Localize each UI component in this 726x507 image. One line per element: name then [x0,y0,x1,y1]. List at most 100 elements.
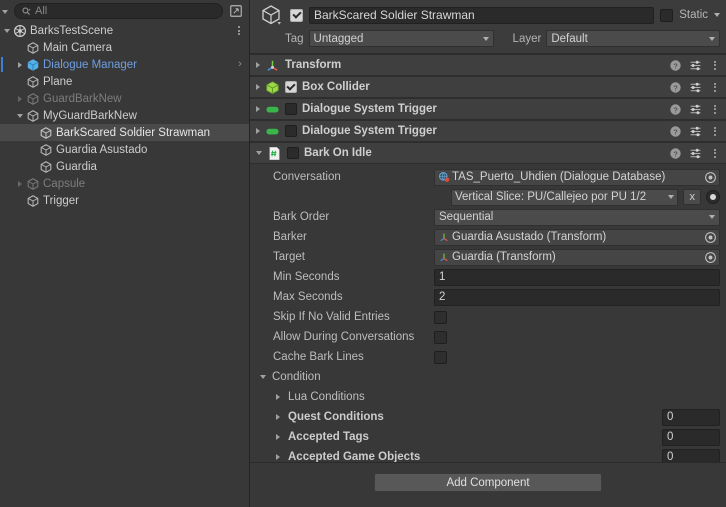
preset-icon[interactable] [689,59,702,72]
component-enabled-checkbox[interactable] [287,147,299,159]
max-seconds-input[interactable]: 2 [434,288,720,306]
component-header-bark-on-idle[interactable]: Bark On Idle ? [250,142,726,164]
twisty-toggle[interactable] [13,180,26,187]
inspector-panel: BarkScared Soldier Strawman Static Tag U… [250,0,726,507]
component-menu-icon[interactable] [709,82,721,92]
property-row-max-seconds: Max Seconds 2 [256,287,720,307]
prefab-icon [27,58,39,71]
gameobject-enabled-checkbox[interactable] [290,8,303,22]
twisty-toggle[interactable] [256,151,262,155]
barker-object-field[interactable]: Guardia Asustado (Transform) [434,228,720,246]
preset-icon[interactable] [689,125,702,138]
hierarchy-item-guardia[interactable]: Guardia [0,158,249,175]
static-dropdown-icon[interactable] [714,13,720,17]
hierarchy-item-capsule[interactable]: Capsule [0,175,249,192]
object-picker-icon[interactable] [704,171,717,184]
preset-icon[interactable] [689,147,702,160]
twisty-toggle[interactable] [256,62,260,68]
twisty-toggle[interactable] [272,414,288,420]
chevron-right-icon[interactable]: › [235,59,245,70]
twisty-toggle[interactable] [256,84,260,90]
allow-checkbox[interactable] [434,330,447,344]
collapse-arrow-icon[interactable] [2,10,8,14]
hierarchy-item-barkstestscene[interactable]: BarksTestScene [0,22,249,39]
component-header-dialogue-system-trigger-1[interactable]: Dialogue System Trigger ? [250,98,726,120]
hierarchy-item-guardbarknew[interactable]: GuardBarkNew [0,90,249,107]
tag-dropdown[interactable]: Untagged [308,30,494,47]
unity-editor-window: All BarksTestScene Main Camera Dialogue … [0,0,726,507]
component-header-transform[interactable]: Transform ? [250,54,726,76]
min-seconds-input[interactable]: 1 [434,268,720,286]
foldout-accepted-tags[interactable]: Accepted Tags 0 [256,427,720,447]
inspector-header: BarkScared Soldier Strawman Static Tag U… [250,0,726,54]
component-enabled-checkbox[interactable] [285,103,297,115]
barker-label: Barker [273,231,307,243]
component-enabled-checkbox[interactable] [285,125,297,137]
conversation-label: Conversation [273,171,341,183]
preset-icon[interactable] [689,81,702,94]
accepted-tags-count[interactable]: 0 [662,428,720,446]
clear-conversation-button[interactable]: x [683,189,702,205]
cache-checkbox[interactable] [434,350,447,364]
twisty-toggle[interactable] [256,375,272,379]
bark-order-dropdown[interactable]: Sequential [434,208,720,226]
layer-dropdown[interactable]: Default [546,30,720,47]
component-header-box-collider[interactable]: Box Collider ? [250,76,726,98]
panel-layout-icon[interactable] [227,3,245,20]
hierarchy-item-plane[interactable]: Plane [0,73,249,90]
gameobject-icon [27,75,39,88]
help-icon[interactable]: ? [669,59,682,72]
preset-icon[interactable] [689,103,702,116]
twisty-toggle[interactable] [272,434,288,440]
help-icon[interactable]: ? [669,147,682,160]
twisty-toggle[interactable] [272,454,288,460]
twisty-toggle[interactable] [13,61,26,68]
component-title: Box Collider [302,81,370,93]
transform-icon [267,60,278,71]
cs-script-icon [269,146,280,160]
max-seconds-value: 2 [439,291,446,303]
component-menu-icon[interactable] [709,104,721,114]
component-header-dialogue-system-trigger-2[interactable]: Dialogue System Trigger ? [250,120,726,142]
component-enabled-checkbox[interactable] [285,81,297,93]
skip-checkbox[interactable] [434,310,447,324]
twisty-toggle[interactable] [256,106,260,112]
search-input[interactable]: All [14,3,223,19]
hierarchy-item-label: Main Camera [43,41,113,54]
twisty-toggle[interactable] [0,28,13,33]
twisty-toggle[interactable] [272,394,288,400]
object-name-input[interactable]: BarkScared Soldier Strawman [309,6,655,24]
dialogue-database-icon [438,171,450,182]
twisty-toggle[interactable] [13,95,26,102]
property-row-min-seconds: Min Seconds 1 [256,267,720,287]
hierarchy-item-myguardbarknew[interactable]: MyGuardBarkNew [0,107,249,124]
component-title: Dialogue System Trigger [302,103,437,115]
component-menu-icon[interactable] [709,60,721,70]
conversation-dropdown[interactable]: Vertical Slice: PU/Callejeo por PU 1/2 [451,188,679,206]
help-icon[interactable]: ? [669,125,682,138]
add-component-button[interactable]: Add Component [374,473,602,492]
object-picker-icon[interactable] [704,231,717,244]
foldout-condition[interactable]: Condition [256,367,720,387]
hierarchy-item-guardia-asustado[interactable]: Guardia Asustado [0,141,249,158]
target-object-field[interactable]: Guardia (Transform) [434,248,720,266]
hierarchy-item-trigger[interactable]: Trigger [0,192,249,209]
foldout-quest-conditions[interactable]: Quest Conditions 0 [256,407,720,427]
component-menu-icon[interactable] [709,126,721,136]
static-checkbox[interactable] [660,8,674,22]
component-title: Dialogue System Trigger [302,125,437,137]
object-picker-icon[interactable] [704,251,717,264]
help-icon[interactable]: ? [669,103,682,116]
twisty-toggle[interactable] [256,128,260,134]
conversation-radio-toggle[interactable] [706,190,721,204]
twisty-toggle[interactable] [13,113,26,118]
foldout-lua-conditions[interactable]: Lua Conditions [256,387,720,407]
hierarchy-item-main-camera[interactable]: Main Camera [0,39,249,56]
hierarchy-item-dialogue-manager[interactable]: Dialogue Manager › [0,56,249,73]
conversation-database-field[interactable]: TAS_Puerto_Uhdien (Dialogue Database) [434,168,720,186]
hierarchy-item-barkscared-soldier-strawman[interactable]: BarkScared Soldier Strawman [0,124,249,141]
hierarchy-scene-menu-icon[interactable] [233,26,245,35]
component-menu-icon[interactable] [709,148,721,158]
help-icon[interactable]: ? [669,81,682,94]
quest-conditions-count[interactable]: 0 [662,408,720,426]
